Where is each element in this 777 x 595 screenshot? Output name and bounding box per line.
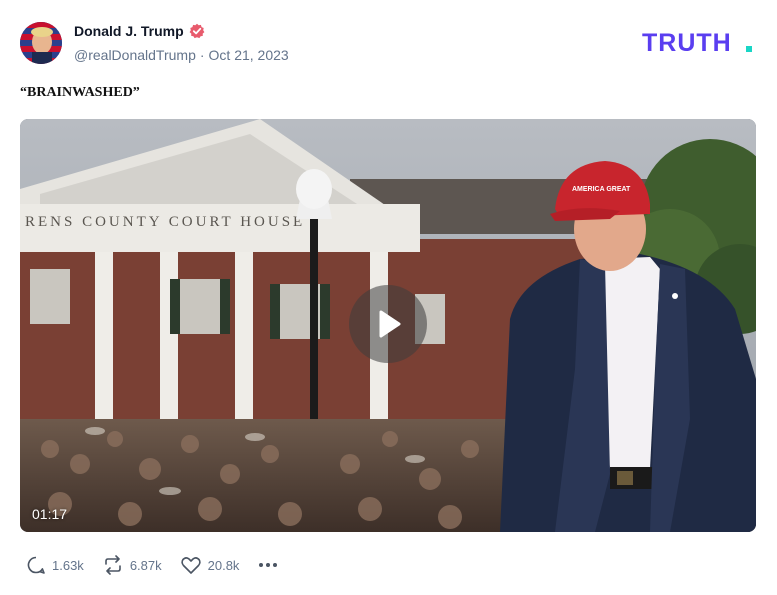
avatar-image — [20, 22, 62, 64]
post-header: Donald J. Trump @realDonaldTrump · Oct 2… — [20, 22, 756, 66]
reply-button[interactable]: 1.63k — [26, 555, 84, 575]
heart-icon — [180, 557, 201, 574]
post-meta: @realDonaldTrump · Oct 21, 2023 — [74, 47, 289, 63]
play-button[interactable] — [349, 285, 427, 363]
author-handle[interactable]: @realDonaldTrump — [74, 47, 196, 63]
more-dot — [273, 563, 278, 567]
more-dot — [266, 563, 271, 567]
post-date[interactable]: Oct 21, 2023 — [209, 47, 289, 63]
retruth-button[interactable]: 6.87k — [102, 555, 162, 575]
verified-badge-icon — [189, 23, 205, 39]
like-button[interactable]: 20.8k — [180, 555, 240, 575]
more-dot — [259, 563, 264, 567]
reply-count: 1.63k — [52, 557, 84, 573]
meta-separator: · — [199, 47, 205, 63]
post-actions: 1.63k 6.87k 20.8k — [26, 553, 279, 577]
author-display-name[interactable]: Donald J. Trump — [74, 23, 184, 39]
truth-logo[interactable]: TRUTH — [642, 30, 756, 56]
like-count: 20.8k — [207, 557, 240, 573]
retruth-icon — [105, 555, 121, 575]
cap-text: AMERICA GREAT — [572, 186, 631, 193]
reply-icon — [27, 556, 45, 574]
video-duration: 01:17 — [32, 506, 68, 522]
post-text: “BRAINWASHED” — [20, 85, 140, 100]
truth-logo-dot — [746, 46, 752, 52]
avatar[interactable] — [20, 22, 62, 64]
video-player[interactable]: RENS COUNTY COURT HOUSE AMERICA GREAT 01… — [20, 119, 756, 532]
truth-logo-text: TRUTH — [642, 30, 732, 56]
play-icon — [379, 310, 401, 338]
building-sign: RENS COUNTY COURT HOUSE — [25, 214, 305, 230]
retruth-count: 6.87k — [129, 557, 162, 573]
more-icon[interactable] — [257, 559, 279, 571]
